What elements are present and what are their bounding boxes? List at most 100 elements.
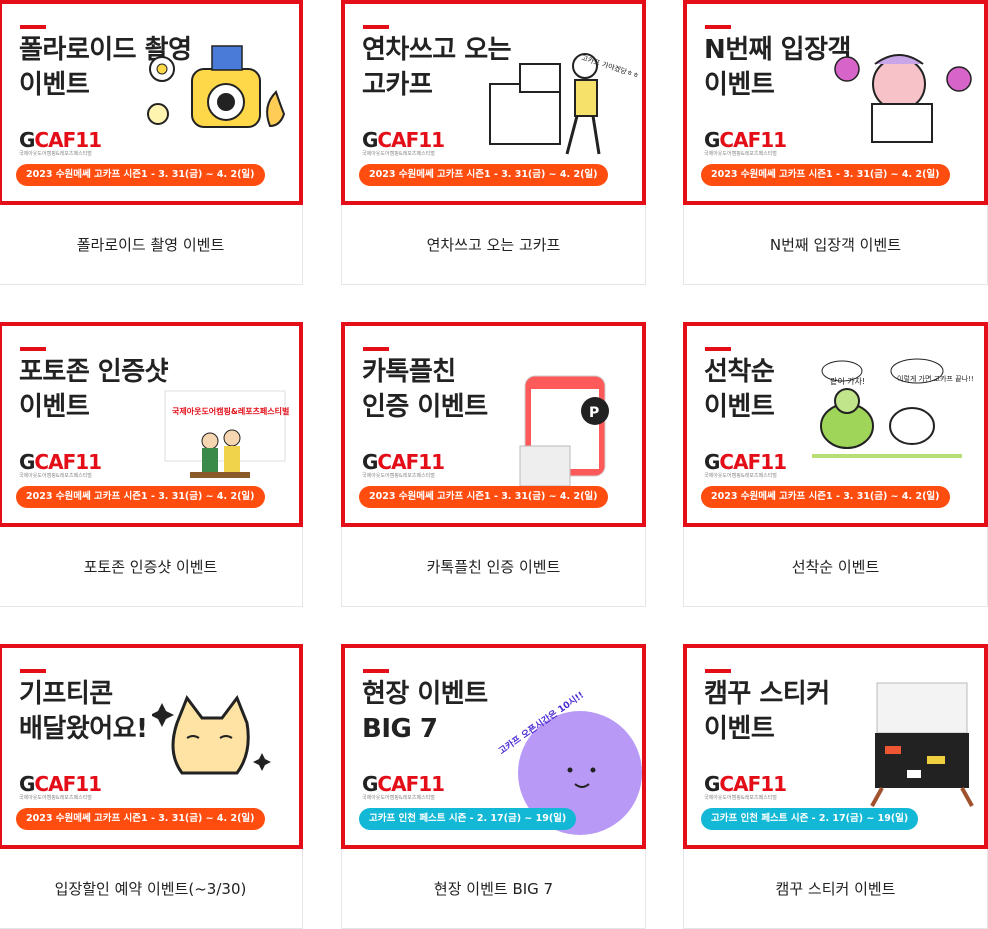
season-date-pill: 2023 수원메쎄 고카프 시즌1 - 3. 31(금) ~ 4. 2(일) [359, 486, 608, 508]
season-date-pill: 고카프 인천 페스트 시즌 - 2. 17(금) ~ 19(일) [359, 808, 577, 830]
event-banner[interactable]: 선착순 이벤트 GCAF11 국제아웃도어캠핑&레포츠페스티벌 2023 수원메쎄 … [683, 322, 988, 527]
logo-mark: CAF [377, 128, 419, 152]
logo-number: 11 [760, 128, 787, 152]
gocaf-logo: GCAF11 국제아웃도어캠핑&레포츠페스티벌 [19, 450, 129, 480]
kakao-plusfriend-phone-illustration: P [485, 371, 625, 495]
logo-subtitle: 국제아웃도어캠핑&레포츠페스티벌 [362, 795, 435, 801]
cat-character-illustration [150, 683, 272, 807]
logo-mark: CAF [719, 772, 761, 796]
illustration-text: 국제아웃도어캠핑&레포츠페스티벌 [172, 407, 290, 416]
gocaf-logo: GCAF11 국제아웃도어캠핑&레포츠페스티벌 [704, 772, 814, 802]
title-accent-bar [20, 669, 46, 673]
logo-number: 11 [760, 450, 787, 474]
event-caption-link[interactable]: 현장 이벤트 BIG 7 [342, 849, 645, 929]
event-card[interactable]: 연차쓰고 오는 고카프 GCAF11 국제아웃도어캠핑&레포츠페스티벌 2023 수… [341, 0, 646, 285]
illustration-text: 같이 가자! [830, 377, 866, 386]
logo-mark: CAF [719, 450, 761, 474]
title-accent-bar [363, 347, 389, 351]
event-banner[interactable]: 연차쓰고 오는 고카프 GCAF11 국제아웃도어캠핑&레포츠페스티벌 2023 수… [341, 0, 646, 205]
title-accent-bar [20, 25, 46, 29]
logo-g: G [362, 128, 378, 152]
season-date-pill: 2023 수원메쎄 고카프 시즌1 - 3. 31(금) ~ 4. 2(일) [359, 164, 608, 186]
event-banner[interactable]: 카톡플친 인증 이벤트 P GCAF11 국제아웃도어캠핑&레포츠페스티벌 2023… [341, 322, 646, 527]
event-banner[interactable]: 캠꾸 스티커 이벤트 GCAF11 국제아웃도어캠핑&레포츠페스티벌고카프 인천 … [683, 644, 988, 849]
event-caption-link[interactable]: N번째 입장객 이벤트 [684, 205, 987, 285]
logo-g: G [19, 772, 35, 796]
gocaf-logo: GCAF11 국제아웃도어캠핑&레포츠페스티벌 [704, 128, 814, 158]
title-accent-bar [363, 669, 389, 673]
logo-subtitle: 국제아웃도어캠핑&레포츠페스티벌 [704, 151, 777, 157]
title-accent-bar [705, 347, 731, 351]
logo-number: 11 [418, 450, 445, 474]
logo-mark: CAF [377, 450, 419, 474]
event-caption-link[interactable]: 폴라로이드 촬영 이벤트 [0, 205, 302, 285]
season-date-pill: 고카프 인천 페스트 시즌 - 2. 17(금) ~ 19(일) [701, 808, 919, 830]
event-card[interactable]: 선착순 이벤트 GCAF11 국제아웃도어캠핑&레포츠페스티벌 2023 수원메쎄 … [683, 322, 988, 607]
logo-g: G [704, 128, 720, 152]
camping-box-stickers-illustration [867, 678, 977, 812]
logo-subtitle: 국제아웃도어캠핑&레포츠페스티벌 [19, 151, 92, 157]
logo-g: G [704, 450, 720, 474]
logo-subtitle: 국제아웃도어캠핑&레포츠페스티벌 [362, 151, 435, 157]
event-caption-link[interactable]: 연차쓰고 오는 고카프 [342, 205, 645, 285]
logo-g: G [19, 450, 35, 474]
illustration-text: 이렇게 가면 고카프 끝나!! [897, 375, 974, 383]
title-accent-bar [363, 25, 389, 29]
season-date-pill: 2023 수원메쎄 고카프 시즌1 - 3. 31(금) ~ 4. 2(일) [16, 164, 265, 186]
office-worker-illustration [485, 44, 642, 168]
event-caption-link[interactable]: 포토존 인증샷 이벤트 [0, 527, 302, 607]
gocaf-logo: GCAF11 국제아웃도어캠핑&레포츠페스티벌 [362, 450, 472, 480]
logo-subtitle: 국제아웃도어캠핑&레포츠페스티벌 [704, 795, 777, 801]
banner-title: 선착순 이벤트 [704, 357, 775, 422]
event-card[interactable]: 카톡플친 인증 이벤트 P GCAF11 국제아웃도어캠핑&레포츠페스티벌 2023… [341, 322, 646, 607]
banner-title: 현장 이벤트 BIG 7 [362, 679, 488, 744]
gocaf-logo: GCAF11 국제아웃도어캠핑&레포츠페스티벌 [704, 450, 814, 480]
logo-mark: CAF [34, 128, 76, 152]
gocaf-logo: GCAF11 국제아웃도어캠핑&레포츠페스티벌 [362, 128, 472, 158]
event-caption-link[interactable]: 선착순 이벤트 [684, 527, 987, 607]
logo-number: 11 [75, 772, 102, 796]
logo-number: 11 [75, 450, 102, 474]
logo-number: 11 [418, 128, 445, 152]
logo-number: 11 [418, 772, 445, 796]
event-caption-link[interactable]: 카톡플친 인증 이벤트 [342, 527, 645, 607]
banner-title: 캠꾸 스티커 이벤트 [704, 679, 830, 744]
logo-mark: CAF [377, 772, 419, 796]
event-card[interactable]: 기프티콘 배달왔어요! GCAF11 국제아웃도어캠핑&레포츠페스티벌 2023 수… [0, 644, 303, 929]
logo-mark: CAF [34, 450, 76, 474]
event-banner[interactable]: 현장 이벤트 BIG 7 GCAF11 국제아웃도어캠핑&레포츠페스티벌고카프 인… [341, 644, 646, 849]
svg-text:P: P [589, 405, 599, 421]
event-banner[interactable]: 기프티콘 배달왔어요! GCAF11 국제아웃도어캠핑&레포츠페스티벌 2023 수… [0, 644, 303, 849]
polaroid-camera-illustration [142, 34, 292, 148]
event-card[interactable]: 캠꾸 스티커 이벤트 GCAF11 국제아웃도어캠핑&레포츠페스티벌고카프 인천 … [683, 644, 988, 929]
logo-subtitle: 국제아웃도어캠핑&레포츠페스티벌 [704, 473, 777, 479]
event-card-grid: 폴라로이드 촬영 이벤트 GCAF11 국제아웃도어캠핑&레포츠페스티벌 2023 … [0, 0, 988, 929]
event-card[interactable]: 현장 이벤트 BIG 7 GCAF11 국제아웃도어캠핑&레포츠페스티벌고카프 인… [341, 644, 646, 929]
event-caption-link[interactable]: 입장할인 예약 이벤트(~3/30) [0, 849, 302, 929]
logo-g: G [19, 128, 35, 152]
event-card[interactable]: 포토존 인증샷 이벤트 GCAF11 국제아웃도어캠핑&레포츠페스티벌 2023 수… [0, 322, 303, 607]
event-card[interactable]: 폴라로이드 촬영 이벤트 GCAF11 국제아웃도어캠핑&레포츠페스티벌 2023 … [0, 0, 303, 285]
logo-number: 11 [760, 772, 787, 796]
logo-g: G [362, 772, 378, 796]
season-date-pill: 2023 수원메쎄 고카프 시즌1 - 3. 31(금) ~ 4. 2(일) [701, 486, 950, 508]
title-accent-bar [705, 669, 731, 673]
logo-number: 11 [75, 128, 102, 152]
logo-subtitle: 국제아웃도어캠핑&레포츠페스티벌 [19, 473, 92, 479]
event-card[interactable]: N번째 입장객 이벤트 GCAF11 국제아웃도어캠핑&레포츠페스티벌 2023 수… [683, 0, 988, 285]
logo-g: G [704, 772, 720, 796]
season-date-pill: 2023 수원메쎄 고카프 시즌1 - 3. 31(금) ~ 4. 2(일) [16, 486, 265, 508]
event-banner[interactable]: 포토존 인증샷 이벤트 GCAF11 국제아웃도어캠핑&레포츠페스티벌 2023 수… [0, 322, 303, 527]
season-date-pill: 2023 수원메쎄 고카프 시즌1 - 3. 31(금) ~ 4. 2(일) [701, 164, 950, 186]
event-banner[interactable]: N번째 입장객 이벤트 GCAF11 국제아웃도어캠핑&레포츠페스티벌 2023 수… [683, 0, 988, 205]
gocaf-logo: GCAF11 국제아웃도어캠핑&레포츠페스티벌 [19, 772, 129, 802]
title-accent-bar [705, 25, 731, 29]
gocaf-logo: GCAF11 국제아웃도어캠핑&레포츠페스티벌 [362, 772, 472, 802]
logo-subtitle: 국제아웃도어캠핑&레포츠페스티벌 [19, 795, 92, 801]
logo-mark: CAF [719, 128, 761, 152]
event-banner[interactable]: 폴라로이드 촬영 이벤트 GCAF11 국제아웃도어캠핑&레포츠페스티벌 2023 … [0, 0, 303, 205]
photozone-couple-illustration [160, 386, 290, 490]
gift-box-character-illustration [827, 44, 977, 158]
logo-subtitle: 국제아웃도어캠핑&레포츠페스티벌 [362, 473, 435, 479]
event-caption-link[interactable]: 캠꾸 스티커 이벤트 [684, 849, 987, 929]
